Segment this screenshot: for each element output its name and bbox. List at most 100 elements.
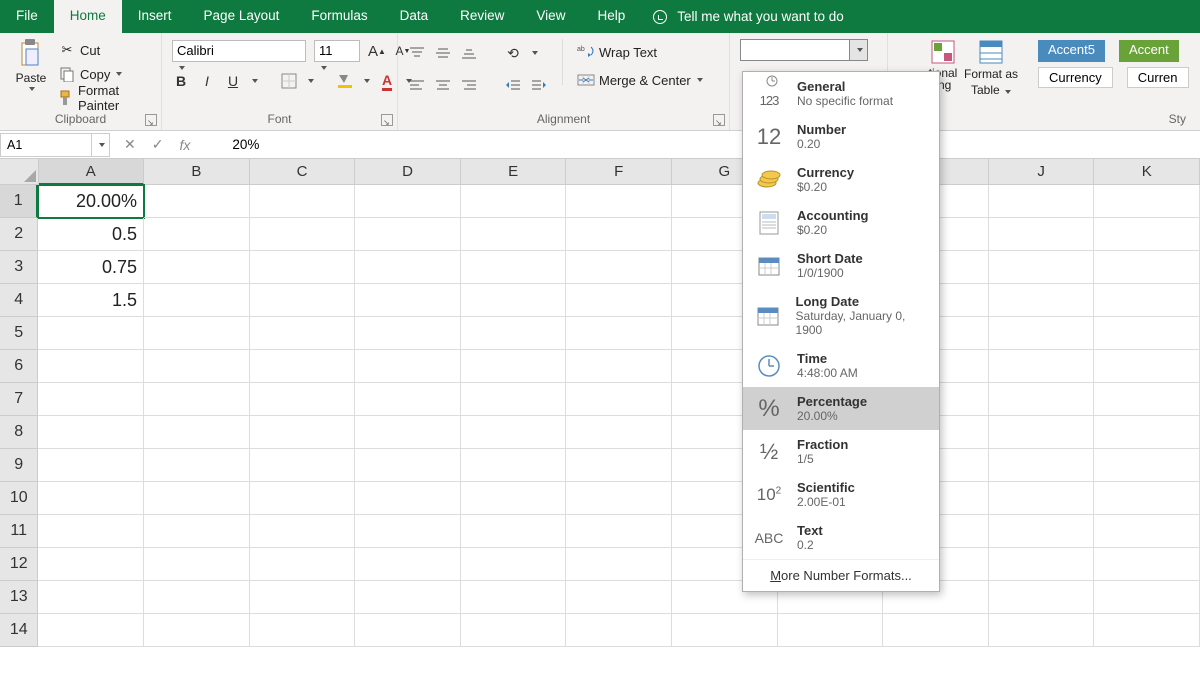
tab-formulas[interactable]: Formulas: [295, 0, 383, 33]
cell[interactable]: [144, 185, 250, 218]
cell[interactable]: [461, 614, 567, 647]
cancel-formula-icon[interactable]: ✕: [124, 136, 136, 153]
cell[interactable]: [144, 383, 250, 416]
cell[interactable]: [250, 416, 356, 449]
cell[interactable]: [566, 614, 672, 647]
cell[interactable]: [1094, 515, 1200, 548]
cell[interactable]: [1094, 581, 1200, 614]
cell[interactable]: [1094, 350, 1200, 383]
cell[interactable]: [461, 383, 567, 416]
align-left-icon[interactable]: [408, 76, 426, 94]
cell[interactable]: [1094, 614, 1200, 647]
cell[interactable]: [989, 482, 1095, 515]
cell[interactable]: [250, 317, 356, 350]
cell[interactable]: [250, 284, 356, 317]
cell[interactable]: [144, 416, 250, 449]
cell[interactable]: [355, 581, 461, 614]
align-right-icon[interactable]: [460, 76, 478, 94]
bold-button[interactable]: B: [172, 72, 190, 90]
increase-font-icon[interactable]: A▲: [368, 42, 386, 60]
underline-button[interactable]: U: [224, 72, 242, 90]
cell[interactable]: [461, 251, 567, 284]
confirm-formula-icon[interactable]: ✓: [152, 136, 164, 153]
cell[interactable]: 1.5: [38, 284, 144, 317]
number-format-option[interactable]: Time4:48:00 AM: [743, 344, 939, 387]
cell[interactable]: [355, 251, 461, 284]
number-format-option[interactable]: Accounting$0.20: [743, 201, 939, 244]
cell[interactable]: [461, 482, 567, 515]
number-format-option[interactable]: ABCText0.2: [743, 516, 939, 559]
name-box[interactable]: [0, 133, 92, 157]
cell[interactable]: [989, 515, 1095, 548]
align-bottom-icon[interactable]: [460, 44, 478, 62]
cell[interactable]: [989, 218, 1095, 251]
cell[interactable]: [461, 416, 567, 449]
cell[interactable]: [1094, 218, 1200, 251]
cell[interactable]: [883, 614, 989, 647]
cell[interactable]: [461, 449, 567, 482]
cell[interactable]: [566, 548, 672, 581]
cell[interactable]: [355, 449, 461, 482]
decrease-indent-icon[interactable]: [504, 76, 522, 94]
cell[interactable]: [1094, 284, 1200, 317]
cell[interactable]: [38, 383, 144, 416]
row-header[interactable]: 2: [0, 218, 38, 251]
cell[interactable]: [566, 317, 672, 350]
cell[interactable]: [566, 185, 672, 218]
number-format-option[interactable]: Short Date1/0/1900: [743, 244, 939, 287]
cell[interactable]: [250, 581, 356, 614]
cell[interactable]: [144, 581, 250, 614]
number-format-combo[interactable]: [740, 39, 868, 61]
cell[interactable]: [355, 185, 461, 218]
row-header[interactable]: 12: [0, 548, 38, 581]
borders-button[interactable]: [280, 72, 298, 90]
number-format-option[interactable]: 102Scientific2.00E-01: [743, 473, 939, 516]
align-middle-icon[interactable]: [434, 44, 452, 62]
cell[interactable]: [566, 350, 672, 383]
column-header-K[interactable]: K: [1094, 159, 1200, 185]
cell[interactable]: [250, 548, 356, 581]
format-as-table-button[interactable]: Format as Table: [964, 39, 1018, 97]
cut-button[interactable]: ✂ Cut: [58, 39, 151, 61]
cell[interactable]: [989, 614, 1095, 647]
column-header-D[interactable]: D: [355, 159, 461, 185]
cell[interactable]: [1094, 416, 1200, 449]
cell[interactable]: [1094, 185, 1200, 218]
number-format-option[interactable]: 12Number0.20: [743, 115, 939, 158]
cell[interactable]: [250, 482, 356, 515]
cell[interactable]: [38, 449, 144, 482]
row-header[interactable]: 1: [0, 185, 38, 218]
row-header[interactable]: 11: [0, 515, 38, 548]
formula-input[interactable]: 20%: [204, 137, 259, 152]
font-color-button[interactable]: A: [378, 72, 396, 90]
tab-insert[interactable]: Insert: [122, 0, 188, 33]
clipboard-launcher[interactable]: [145, 114, 157, 126]
cell[interactable]: [250, 350, 356, 383]
cell[interactable]: [144, 284, 250, 317]
cell[interactable]: [989, 449, 1095, 482]
column-header-E[interactable]: E: [461, 159, 567, 185]
cell[interactable]: [566, 581, 672, 614]
cell[interactable]: [38, 614, 144, 647]
cell[interactable]: [461, 317, 567, 350]
format-painter-button[interactable]: Format Painter: [58, 87, 151, 109]
cell[interactable]: [461, 218, 567, 251]
cell[interactable]: [566, 416, 672, 449]
cell-style-accent5[interactable]: Accent5: [1038, 40, 1105, 62]
cell[interactable]: [989, 581, 1095, 614]
increase-indent-icon[interactable]: [530, 76, 548, 94]
cell[interactable]: [38, 317, 144, 350]
tab-help[interactable]: Help: [581, 0, 641, 33]
cell[interactable]: [250, 515, 356, 548]
cell[interactable]: [144, 218, 250, 251]
number-format-option[interactable]: %Percentage20.00%: [743, 387, 939, 430]
font-name-combo[interactable]: Calibri: [172, 40, 306, 62]
cell[interactable]: [1094, 482, 1200, 515]
cell[interactable]: [355, 284, 461, 317]
cell[interactable]: [566, 251, 672, 284]
row-header[interactable]: 14: [0, 614, 38, 647]
cell[interactable]: [355, 614, 461, 647]
more-number-formats[interactable]: More Number Formats...: [743, 559, 939, 591]
align-center-icon[interactable]: [434, 76, 452, 94]
cell[interactable]: [1094, 449, 1200, 482]
